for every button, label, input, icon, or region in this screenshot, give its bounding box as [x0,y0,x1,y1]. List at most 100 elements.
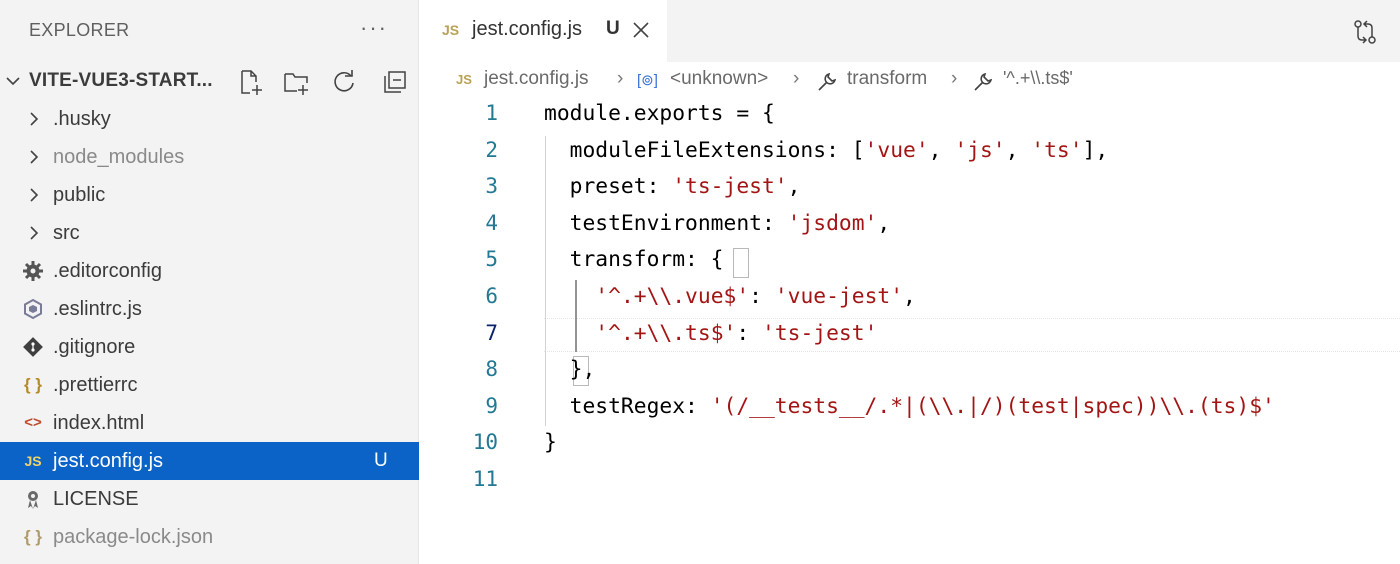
tree-item-label: .prettierrc [53,374,138,396]
code-token: transform: { [544,247,724,273]
code-token: module.exports = { [544,101,775,126]
code-token: , [877,210,891,236]
code-token: ], [1082,137,1109,163]
chevron-right-icon [30,188,39,202]
wrench-icon [974,72,993,91]
gear-icon [23,261,43,281]
collapse-all-icon[interactable] [381,68,409,96]
braces-icon: { } [24,375,42,394]
code-token: preset: [544,174,673,200]
code-token: , [903,284,916,309]
tree-item-label: .gitignore [53,336,136,358]
line-number: 2 [485,137,498,162]
breadcrumb-file[interactable]: jest.config.js [484,68,589,90]
code-line: transform: { [544,247,724,272]
code-token: testEnvironment: [544,210,788,236]
tree-item-eslintrc[interactable]: .eslintrc.js [0,290,419,328]
git-compare-icon[interactable] [1351,18,1379,46]
code-line: module.exports = { [544,101,775,126]
tree-item-prettierrc[interactable]: { } .prettierrc [0,366,419,404]
string-token: 'vue' [864,137,929,163]
tree-item-label: .husky [53,108,111,130]
license-icon [28,491,38,509]
braces-icon: { } [24,527,42,546]
symbol-object-icon: [⊚] [637,72,658,89]
code-line: '^.+\\.ts$': 'ts-jest' [544,321,877,346]
tree-item-label: public [53,184,106,206]
code-token: , [787,174,801,200]
explorer-sidebar: EXPLORER ··· VITE-VUE3-START... .husky n… [0,0,419,564]
code-line: testEnvironment: 'jsdom', [544,210,891,236]
explorer-header: EXPLORER ··· [0,0,419,62]
tree-item-license[interactable]: LICENSE [0,480,419,518]
line-number: 5 [485,247,498,272]
tree-item-label: node_modules [53,146,185,168]
explorer-title: EXPLORER [29,20,130,40]
tree-item-label: package-lock.json [53,526,214,548]
line-number: 10 [472,430,498,455]
string-token: 'vue-jest' [774,284,904,309]
code-token: : [749,284,775,309]
wrench-icon [818,72,837,91]
tab-bar: JS jest.config.js U [419,0,1400,62]
line-number: 8 [485,357,498,382]
code-token: , [928,137,955,163]
string-token: 'ts-jest' [672,174,788,200]
string-token: 'js' [954,137,1006,163]
tree-item-gitignore[interactable]: .gitignore [0,328,419,366]
code-token: , [1005,137,1032,163]
tree-item-public[interactable]: public [0,176,419,214]
untracked-badge: U [374,450,388,471]
code-line: preset: 'ts-jest', [544,174,801,200]
html-icon: <> [24,414,42,431]
code-line: moduleFileExtensions: ['vue', 'js', 'ts'… [544,137,1109,163]
breadcrumb-symbol-transform[interactable]: transform [847,68,927,90]
line-number: 9 [485,393,498,418]
breadcrumb-symbol-ts-key[interactable]: '^.+\\.ts$' [1003,68,1073,89]
tree-item-src[interactable]: src [0,214,419,252]
tab-title: jest.config.js [472,18,583,40]
chevron-right-icon [30,150,39,164]
tree-item-jest-config[interactable]: JS jest.config.js U [0,442,419,480]
line-number: 6 [485,284,498,308]
tree-item-husky[interactable]: .husky [0,100,419,138]
chevron-right-icon [30,112,39,126]
js-icon: JS [456,72,472,87]
tree-item-index-html[interactable]: <> index.html [0,404,419,442]
js-icon: JS [442,22,460,38]
tree-item-label: LICENSE [53,488,139,510]
string-token: '^.+\\.ts$' [595,320,737,346]
line-number: 7 [485,320,498,345]
line-number: 11 [472,467,498,491]
line-number: 1 [485,101,498,125]
tree-item-node-modules[interactable]: node_modules [0,138,419,176]
new-folder-icon[interactable] [282,68,310,96]
tree-item-label: src [53,222,80,244]
tree-item-label: .editorconfig [53,260,162,282]
tab-jest-config[interactable]: JS jest.config.js U [419,0,667,62]
chevron-right-icon: › [793,68,800,89]
line-number: 4 [485,210,498,235]
tree-item-editorconfig[interactable]: .editorconfig [0,252,419,290]
code-token: }, [544,357,596,383]
tree-item-label: index.html [53,412,145,434]
line-number: 3 [485,174,498,199]
close-icon[interactable] [631,19,651,41]
tree-item-package-lock[interactable]: { } package-lock.json [0,518,419,556]
code-line: testRegex: '(/__tests__/.*|(\\.|/)(test|… [544,394,1275,419]
more-actions-icon[interactable]: ··· [360,17,388,39]
workspace-folder-header[interactable]: VITE-VUE3-START... [0,62,419,100]
refresh-icon[interactable] [330,68,358,96]
new-file-icon[interactable] [236,68,264,96]
chevron-down-icon [6,77,20,86]
code-line: '^.+\\.vue$': 'vue-jest', [544,284,916,309]
string-token: '(/__tests__/.*|(\\.|/)(test|spec))\\.(t… [710,393,1275,419]
code-token: } [544,430,557,456]
tree-item-label: .eslintrc.js [53,298,142,320]
breadcrumb-symbol-unknown[interactable]: <unknown> [670,68,768,90]
bracket-match-open [733,248,749,278]
code-token: testRegex: [544,393,711,419]
string-token: 'jsdom' [787,210,878,236]
breadcrumb: JS jest.config.js › [⊚] <unknown> › tran… [419,62,1400,98]
